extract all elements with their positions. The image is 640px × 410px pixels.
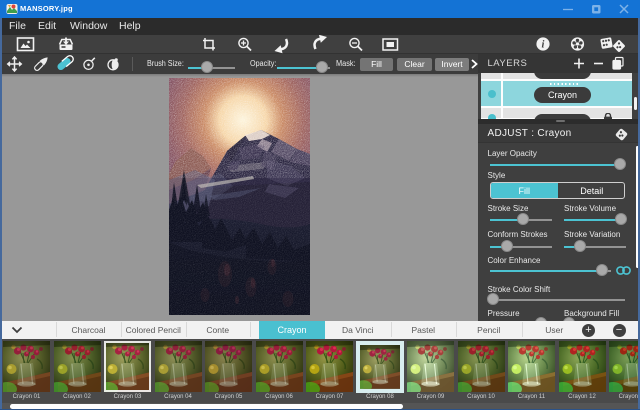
svg-text:i: i xyxy=(542,40,545,51)
